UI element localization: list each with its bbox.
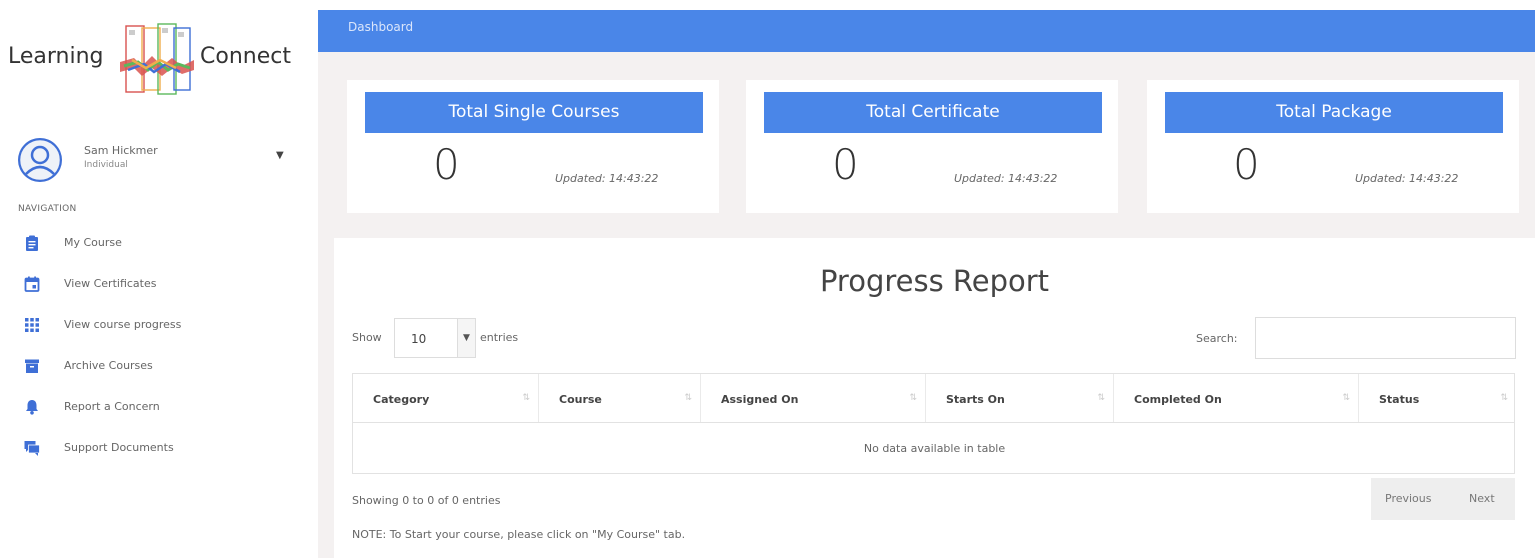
- sort-icon: ⇅: [684, 393, 692, 403]
- table-header-row: Category ⇅ Course ⇅ Assigned On ⇅ Starts…: [353, 374, 1514, 423]
- progress-report-panel: Progress Report Show 10 ▼ entries Search…: [334, 238, 1535, 558]
- stat-card-single-courses: Total Single Courses 0 Updated: 14:43:22: [347, 80, 719, 213]
- table-row: No data available in table: [353, 423, 1514, 473]
- logo-puzzle-art: [120, 23, 194, 95]
- sidebar-item-label: View Certificates: [64, 277, 157, 290]
- sidebar-item-view-certificates[interactable]: View Certificates: [24, 274, 304, 296]
- empty-table-message: No data available in table: [863, 442, 1006, 455]
- card-updated: Updated: 14:43:22: [555, 172, 659, 185]
- sidebar-item-view-course-progress[interactable]: View course progress: [24, 315, 304, 337]
- column-header-label: Course: [559, 393, 602, 406]
- sidebar-item-my-course[interactable]: My Course: [24, 233, 304, 255]
- sidebar-item-report-a-concern[interactable]: Report a Concern: [24, 397, 304, 419]
- card-title: Total Single Courses: [365, 92, 703, 133]
- stat-card-package: Total Package 0 Updated: 14:43:22: [1147, 80, 1519, 213]
- column-header-category[interactable]: Category ⇅: [353, 374, 539, 422]
- pagination: Previous Next: [1371, 478, 1515, 520]
- entries-label: entries: [480, 331, 519, 344]
- bell-icon: [26, 400, 38, 415]
- sort-icon: ⇅: [1342, 393, 1350, 403]
- column-header-label: Assigned On: [721, 393, 799, 406]
- column-header-label: Status: [1379, 393, 1420, 406]
- card-title: Total Package: [1165, 92, 1503, 133]
- archive-icon: [25, 359, 39, 373]
- card-value: 0: [433, 140, 460, 189]
- user-profile[interactable]: Sam Hickmer Individual ▼: [18, 138, 298, 182]
- user-role: Individual: [84, 160, 128, 170]
- sidebar-item-label: Archive Courses: [64, 359, 153, 372]
- clipboard-icon: [26, 235, 38, 251]
- next-page-button[interactable]: Next: [1469, 492, 1495, 505]
- card-value: 0: [1233, 140, 1260, 189]
- entries-per-page-select[interactable]: 10 ▼: [394, 318, 476, 358]
- sidebar-item-support-documents[interactable]: Support Documents: [24, 438, 304, 460]
- breadcrumb[interactable]: Dashboard: [348, 20, 413, 34]
- avatar: [18, 138, 62, 182]
- calendar-icon: [24, 276, 40, 292]
- table-info: Showing 0 to 0 of 0 entries: [352, 494, 501, 507]
- search-input[interactable]: [1255, 317, 1516, 359]
- stat-card-certificate: Total Certificate 0 Updated: 14:43:22: [746, 80, 1118, 213]
- column-header-status[interactable]: Status ⇅: [1359, 374, 1516, 422]
- card-updated: Updated: 14:43:22: [1355, 172, 1459, 185]
- show-label: Show: [352, 331, 382, 344]
- sort-icon: ⇅: [1500, 393, 1508, 403]
- search-label: Search:: [1196, 332, 1238, 345]
- page-title: Progress Report: [819, 264, 1050, 298]
- card-updated: Updated: 14:43:22: [954, 172, 1058, 185]
- progress-table: Category ⇅ Course ⇅ Assigned On ⇅ Starts…: [352, 373, 1515, 474]
- main-content: Total Single Courses 0 Updated: 14:43:22…: [318, 52, 1535, 558]
- profile-dropdown-icon[interactable]: ▼: [276, 150, 284, 161]
- column-header-course[interactable]: Course ⇅: [539, 374, 701, 422]
- top-bar: Dashboard: [318, 10, 1535, 52]
- sort-icon: ⇅: [1097, 393, 1105, 403]
- nav-heading: NAVIGATION: [18, 204, 77, 214]
- sidebar-item-label: My Course: [64, 236, 122, 249]
- entries-per-page-value: 10: [411, 332, 427, 346]
- sidebar-item-label: Report a Concern: [64, 400, 160, 413]
- logo-text-right: Connect: [200, 44, 291, 69]
- column-header-label: Category: [373, 393, 430, 406]
- column-header-label: Completed On: [1134, 393, 1222, 406]
- sidebar-item-label: View course progress: [64, 318, 182, 331]
- user-avatar-icon: [18, 138, 62, 182]
- sort-icon: ⇅: [522, 393, 530, 403]
- column-header-starts-on[interactable]: Starts On ⇅: [926, 374, 1114, 422]
- sidebar-item-archive-courses[interactable]: Archive Courses: [24, 356, 304, 378]
- logo-text-left: Learning: [8, 44, 104, 69]
- column-header-completed-on[interactable]: Completed On ⇅: [1114, 374, 1359, 422]
- user-name: Sam Hickmer: [84, 144, 158, 157]
- card-value: 0: [832, 140, 859, 189]
- sidebar-item-label: Support Documents: [64, 441, 174, 454]
- card-title: Total Certificate: [764, 92, 1102, 133]
- column-header-label: Starts On: [946, 393, 1005, 406]
- sort-icon: ⇅: [909, 393, 917, 403]
- course-note: NOTE: To Start your course, please click…: [352, 528, 686, 541]
- learning-connect-logo[interactable]: Learning Connect: [8, 22, 298, 98]
- chat-icon: [24, 441, 40, 456]
- previous-page-button[interactable]: Previous: [1385, 492, 1432, 505]
- grid-icon: [25, 318, 39, 332]
- sidebar: Learning Connect Sam Hickmer Individual: [0, 0, 318, 558]
- chevron-down-icon[interactable]: ▼: [457, 319, 475, 357]
- column-header-assigned-on[interactable]: Assigned On ⇅: [701, 374, 926, 422]
